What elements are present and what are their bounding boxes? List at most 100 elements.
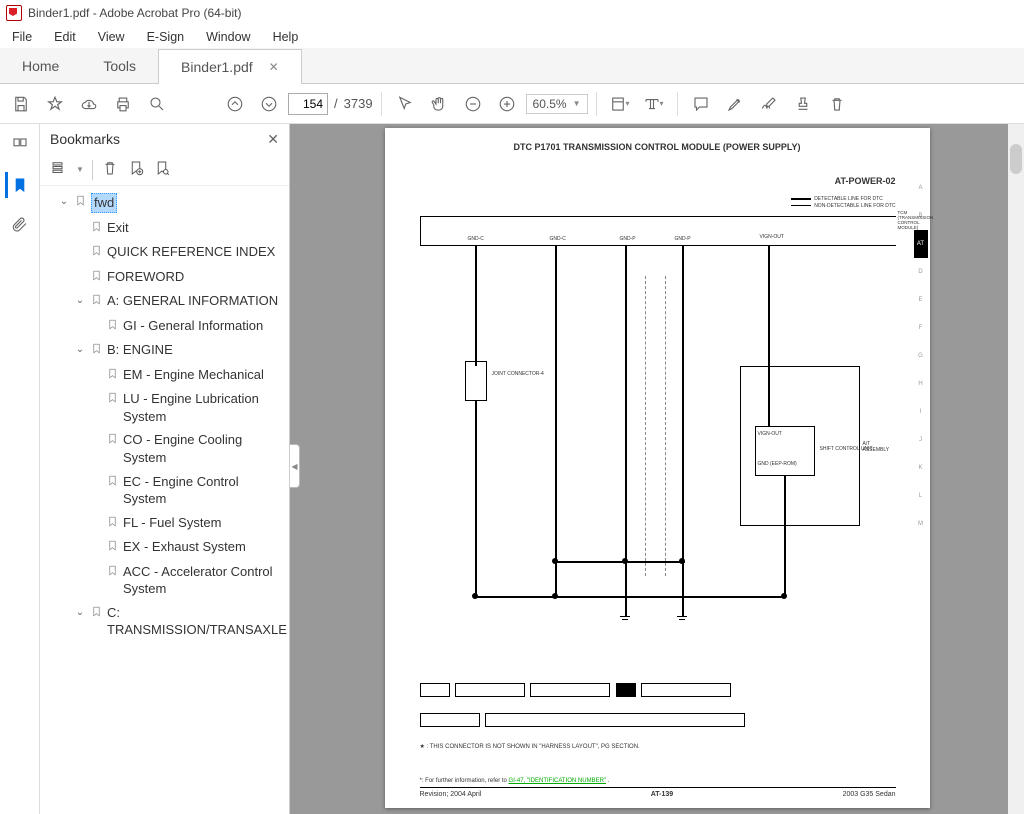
pin-gndc-1: GND-C [468,236,484,242]
page-footer: Revision; 2004 April AT-139 2003 G35 Sed… [420,787,896,798]
vertical-scrollbar[interactable] [1008,124,1024,814]
bookmark-label: FL - Fuel System [123,514,221,532]
zoom-level-label: 60.5% [533,97,567,111]
comment-button[interactable] [686,89,716,119]
section-tab: I [914,398,928,426]
bookmark-item[interactable]: EC - Engine Control System [44,470,287,511]
delete-button[interactable] [822,89,852,119]
section-tab: F [914,314,928,342]
diagram-legend: DETECTABLE LINE FOR DTC NON-DETECTABLE L… [791,196,895,210]
zoom-level-dropdown[interactable]: 60.5%▼ [526,94,588,114]
bookmark-label: Exit [107,219,129,237]
page-indicator: / 3739 [288,93,373,115]
section-tab: K [914,454,928,482]
main-toolbar: / 3739 60.5%▼ [0,84,1024,124]
chevron-icon[interactable] [90,563,102,565]
vign-out-label: VIGN-OUT [758,431,782,437]
bookmark-item[interactable]: ⌄B: ENGINE [44,338,287,363]
chevron-icon[interactable] [90,390,102,392]
sign-button[interactable] [754,89,784,119]
chevron-icon[interactable] [90,514,102,516]
bookmark-label: ACC - Accelerator Control System [123,563,285,598]
tab-close-icon[interactable]: ✕ [269,60,279,74]
tab-document-label: Binder1.pdf [181,59,253,75]
menu-window[interactable]: Window [202,28,254,46]
menu-help[interactable]: Help [269,28,303,46]
bookmarks-panel-button[interactable] [5,172,31,198]
chevron-icon[interactable] [74,219,86,221]
zoom-in-button[interactable] [492,89,522,119]
chevron-icon[interactable] [90,366,102,368]
save-button[interactable] [6,89,36,119]
star-button[interactable] [40,89,70,119]
bookmarks-tree[interactable]: ⌄fwd Exit QUICK REFERENCE INDEX FOREWORD ⌄A:… [40,186,289,814]
joint-connector-label: JOINT CONNECTOR-4 [492,371,544,377]
bookmark-item[interactable]: FL - Fuel System [44,511,287,536]
bookmark-item[interactable]: Exit [44,216,287,241]
chevron-icon[interactable]: ⌄ [74,292,86,308]
chevron-icon[interactable] [90,473,102,475]
chevron-icon[interactable] [74,243,86,245]
chevron-icon[interactable]: ⌄ [58,193,70,209]
bookmark-item[interactable]: EX - Exhaust System [44,535,287,560]
page-number-input[interactable] [288,93,328,115]
page-total: 3739 [344,96,373,111]
tab-home[interactable]: Home [0,48,81,83]
bookmark-item[interactable]: LU - Engine Lubrication System [44,387,287,428]
find-button[interactable] [142,89,172,119]
stamp-button[interactable] [788,89,818,119]
chevron-icon[interactable] [74,268,86,270]
bookmark-item[interactable]: FOREWORD [44,265,287,290]
bookmark-find-button[interactable] [153,159,171,180]
print-button[interactable] [108,89,138,119]
page-down-button[interactable] [254,89,284,119]
section-tab: G [914,342,928,370]
bookmark-item[interactable]: CO - Engine Cooling System [44,428,287,469]
document-viewer[interactable]: ◀ DTC P1701 TRANSMISSION CONTROL MODULE … [290,124,1024,814]
pin-vign: VIGN-OUT [760,234,784,240]
menu-bar: File Edit View E-Sign Window Help [0,26,1024,48]
bookmark-label: EX - Exhaust System [123,538,246,556]
bookmark-new-button[interactable] [127,159,145,180]
thumbnails-panel-button[interactable] [7,132,33,158]
selection-tool-button[interactable] [390,89,420,119]
bookmark-delete-button[interactable] [101,159,119,180]
bookmark-item[interactable]: EM - Engine Mechanical [44,363,287,388]
chevron-icon[interactable] [90,538,102,540]
tab-tools[interactable]: Tools [81,48,158,83]
chevron-icon[interactable] [90,317,102,319]
bookmark-label: FOREWORD [107,268,184,286]
hand-tool-button[interactable] [424,89,454,119]
bookmarks-options-button[interactable] [50,159,68,180]
gi-reference-link[interactable]: GI-47, "IDENTIFICATION NUMBER" [509,778,607,784]
menu-edit[interactable]: Edit [50,28,80,46]
menu-esign[interactable]: E-Sign [143,28,189,46]
read-mode-button[interactable] [639,89,669,119]
legend-nondetectable: NON-DETECTABLE LINE FOR DTC [814,203,895,209]
zoom-out-button[interactable] [458,89,488,119]
tab-document[interactable]: Binder1.pdf ✕ [158,49,302,84]
chevron-icon[interactable]: ⌄ [74,341,86,357]
bookmarks-close-button[interactable]: ✕ [267,131,279,148]
bookmark-item[interactable]: GI - General Information [44,314,287,339]
bookmark-item[interactable]: QUICK REFERENCE INDEX [44,240,287,265]
bookmark-item[interactable]: ACC - Accelerator Control System [44,560,287,601]
cloud-button[interactable] [74,89,104,119]
panel-collapse-handle[interactable]: ◀ [290,444,300,488]
attachments-panel-button[interactable] [7,212,33,238]
footer-model: 2003 G35 Sedan [843,791,896,798]
bookmark-item[interactable]: ⌄fwd [44,190,287,216]
footnote-connector: ★ : THIS CONNECTOR IS NOT SHOWN IN "HARN… [420,743,640,750]
menu-file[interactable]: File [8,28,36,46]
bookmark-item[interactable]: ⌄A: GENERAL INFORMATION [44,289,287,314]
chevron-icon[interactable]: ⌄ [74,604,86,620]
page-up-button[interactable] [220,89,250,119]
highlight-button[interactable] [720,89,750,119]
bookmark-label: GI - General Information [123,317,263,335]
chevron-icon[interactable] [90,431,102,433]
page-display-button[interactable] [605,89,635,119]
scrollbar-thumb[interactable] [1010,144,1022,174]
bookmark-item[interactable]: ⌄C: TRANSMISSION/TRANSAXLE [44,601,287,642]
bookmarks-panel: Bookmarks ✕ ▼ ⌄fwdExitQUICK REFERENCE IN… [40,124,290,814]
menu-view[interactable]: View [94,28,129,46]
